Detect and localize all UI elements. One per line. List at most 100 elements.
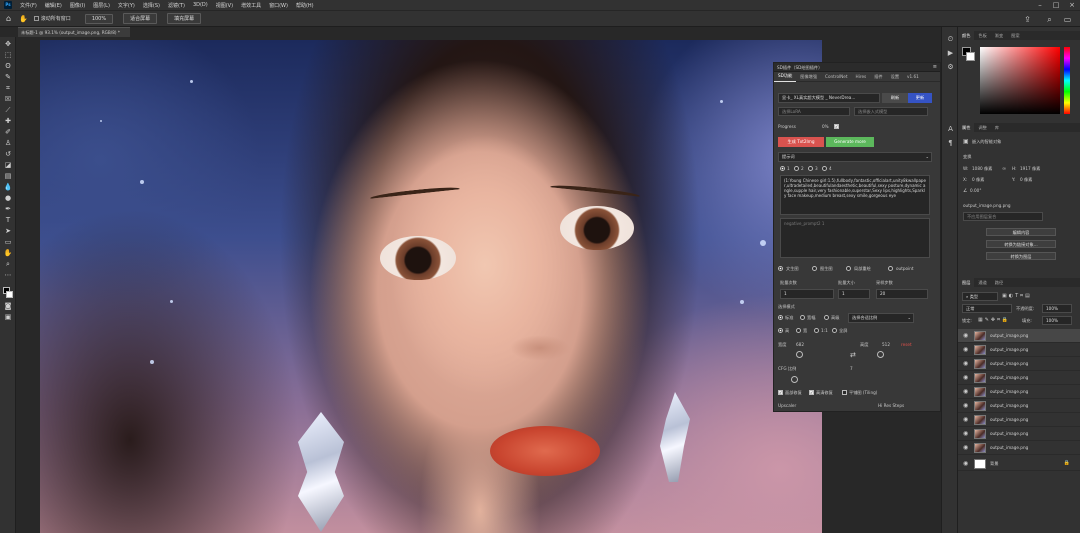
tab-plugins[interactable]: 插件	[870, 72, 886, 82]
x-field[interactable]: 0 像素	[972, 177, 984, 183]
prompt-tab-3-radio[interactable]	[808, 166, 813, 171]
gradient-tool-icon[interactable]: ▤	[3, 172, 13, 181]
crop-tool-icon[interactable]: ⌗	[3, 84, 13, 93]
layer-row[interactable]: ◉ output_image.png	[958, 371, 1080, 385]
tab-patterns[interactable]: 图案	[1007, 31, 1023, 40]
home-icon[interactable]: ⌂	[6, 14, 11, 23]
batch-size-input[interactable]: 1	[838, 289, 870, 299]
history-brush-icon[interactable]: ↺	[3, 150, 13, 159]
menu-select[interactable]: 选择(S)	[139, 2, 164, 9]
width-field[interactable]: 1080 像素	[972, 166, 992, 172]
zoom-tool-icon[interactable]: ⌕	[3, 260, 13, 269]
mode-advanced-radio[interactable]	[824, 315, 829, 320]
quick-select-tool-icon[interactable]: ✎	[3, 73, 13, 82]
menu-help[interactable]: 帮助(H)	[292, 2, 318, 9]
size-fullscreen-radio[interactable]	[832, 328, 837, 333]
menu-type[interactable]: 文字(Y)	[114, 2, 139, 9]
aspect-ratio-select[interactable]: 选择合适比例 ⌄	[848, 313, 914, 323]
paragraph-icon[interactable]: ¶	[946, 139, 955, 148]
face-restore-checkbox[interactable]: ✓	[778, 390, 783, 395]
fill-screen-button[interactable]: 填充屏幕	[167, 13, 202, 24]
fill-input[interactable]: 100%	[1042, 316, 1072, 325]
type-tool-icon[interactable]: T	[3, 216, 13, 225]
path-select-icon[interactable]: ➤	[3, 227, 13, 236]
edit-contents-button[interactable]: 编辑内容	[986, 228, 1056, 236]
mode-img2img-radio[interactable]	[812, 266, 817, 271]
healing-brush-icon[interactable]: ✚	[3, 117, 13, 126]
scroll-all-windows-checkbox[interactable]: 滚动所有窗口	[33, 15, 71, 22]
tab-gradients[interactable]: 渐变	[991, 31, 1007, 40]
layer-row[interactable]: ◉ output_image.png	[958, 329, 1080, 343]
prompt-section-header[interactable]: 提示词 ⌄	[778, 152, 932, 162]
tab-sd-functions[interactable]: SD功能	[774, 71, 797, 82]
opacity-input[interactable]: 100%	[1042, 304, 1072, 313]
negative-prompt-textarea[interactable]: negative_prompt2 1	[780, 218, 930, 258]
menu-file[interactable]: 文件(F)	[16, 2, 41, 9]
size-square-radio[interactable]	[814, 328, 819, 333]
pen-tool-icon[interactable]: ✒	[3, 205, 13, 214]
tab-controlnet[interactable]: ControlNet	[821, 72, 852, 82]
visibility-eye-icon[interactable]: ◉	[963, 460, 968, 467]
move-tool-icon[interactable]: ✥	[3, 40, 13, 49]
cfg-slider-handle[interactable]	[791, 376, 798, 383]
menu-edit[interactable]: 编辑(E)	[41, 2, 66, 9]
mode-txt2img-radio[interactable]	[778, 266, 783, 271]
close-icon[interactable]: ×	[1064, 0, 1080, 10]
steps-input[interactable]: 20	[876, 289, 928, 299]
size-wide-radio[interactable]	[796, 328, 801, 333]
progress-checkbox[interactable]: ✓	[834, 124, 839, 129]
workspace-icon[interactable]: ▭	[1063, 15, 1072, 24]
tab-libraries[interactable]: 库	[991, 123, 1003, 132]
tab-paths[interactable]: 路径	[991, 278, 1007, 287]
minimize-icon[interactable]: –	[1032, 0, 1048, 10]
actions-icon[interactable]: ▶	[946, 49, 955, 58]
visibility-eye-icon[interactable]: ◉	[963, 444, 968, 451]
mode-outpoint-radio[interactable]	[888, 266, 893, 271]
plugin-icon[interactable]: ⚙	[946, 63, 955, 72]
rectangle-tool-icon[interactable]: ▭	[3, 238, 13, 247]
angle-field[interactable]: 0.00°	[970, 188, 981, 193]
layer-row[interactable]: ◉ output_image.png	[958, 427, 1080, 441]
mode-wide-radio[interactable]	[800, 315, 805, 320]
visibility-eye-icon[interactable]: ◉	[963, 346, 968, 353]
screen-mode-icon[interactable]: ▣	[3, 313, 13, 322]
prompt-tab-2-radio[interactable]	[794, 166, 799, 171]
eyedropper-tool-icon[interactable]: ⟋	[3, 106, 13, 115]
link-icon[interactable]: ∞	[1002, 166, 1006, 172]
more-tools-icon[interactable]: ⋯	[3, 271, 13, 280]
model-select[interactable]: 显卡_ XL真实超大模型 _ NeverDrea...	[778, 93, 880, 103]
mode-inpaint-radio[interactable]	[846, 266, 851, 271]
visibility-eye-icon[interactable]: ◉	[963, 374, 968, 381]
update-button[interactable]: 更新	[908, 93, 932, 103]
tab-color[interactable]: 颜色	[958, 31, 975, 40]
marquee-tool-icon[interactable]: ⬚	[3, 51, 13, 60]
layer-row[interactable]: ◉ output_image.png	[958, 385, 1080, 399]
y-field[interactable]: 0 像素	[1020, 177, 1032, 183]
visibility-eye-icon[interactable]: ◉	[963, 430, 968, 437]
document-tab[interactable]: 未标题-1 @ 93.1% (output_image.png, RGB/8) …	[18, 27, 130, 37]
lock-icons[interactable]: ▦✎✥⌗🔒	[978, 317, 1010, 323]
layer-row[interactable]: ◉ output_image.png	[958, 343, 1080, 357]
blend-mode-select[interactable]: 正常	[962, 304, 1012, 313]
eraser-tool-icon[interactable]: ◪	[3, 161, 13, 170]
tab-layers[interactable]: 图层	[958, 278, 975, 287]
tab-swatches[interactable]: 色板	[974, 31, 990, 40]
height-field[interactable]: 1917 像素	[1020, 166, 1040, 172]
prompt-tab-4-radio[interactable]	[822, 166, 827, 171]
blur-tool-icon[interactable]: 💧	[3, 183, 13, 192]
menu-filter[interactable]: 滤镜(T)	[164, 2, 189, 9]
lora-select[interactable]: 选择LoRA	[778, 107, 850, 116]
visibility-eye-icon[interactable]: ◉	[963, 360, 968, 367]
tiling-checkbox[interactable]	[842, 390, 847, 395]
menu-window[interactable]: 窗口(W)	[265, 2, 292, 9]
visibility-eye-icon[interactable]: ◉	[963, 416, 968, 423]
hand-icon[interactable]: ✋	[3, 249, 13, 258]
prompt-textarea[interactable]: (1:Young Chinese girl:1.5),fullbody,fant…	[780, 175, 930, 215]
tab-channels[interactable]: 通道	[974, 278, 990, 287]
tab-image-enhance[interactable]: 图像增强	[796, 72, 821, 82]
visibility-eye-icon[interactable]: ◉	[963, 388, 968, 395]
embedding-select[interactable]: 选择嵌入式模型	[854, 107, 928, 116]
search-icon[interactable]: ⌕	[1045, 15, 1054, 24]
brush-tool-icon[interactable]: ✐	[3, 128, 13, 137]
generate-more-button[interactable]: Generate more	[826, 137, 874, 147]
